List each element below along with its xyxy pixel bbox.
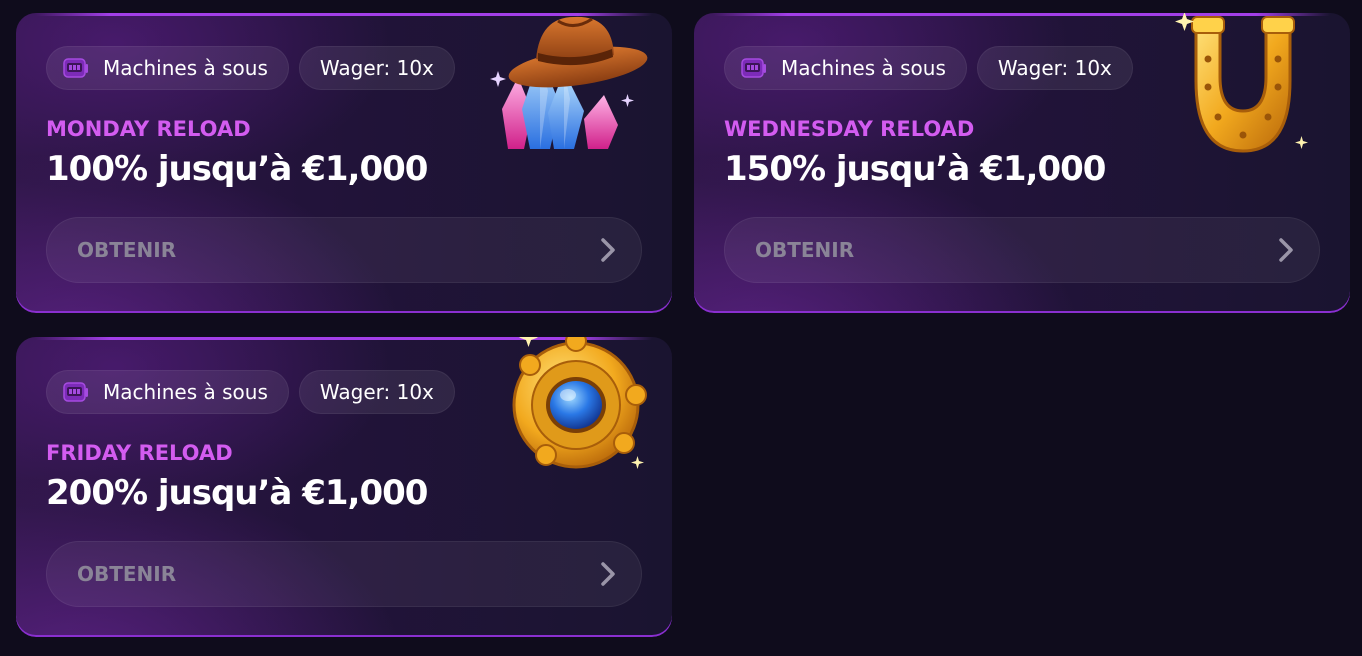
promo-card-monday: Machines à sous Wager: 10x MONDAY RELOAD… <box>16 13 672 313</box>
card-tags: Machines à sous Wager: 10x <box>46 370 455 414</box>
slot-machine-icon <box>63 382 88 402</box>
promo-card-friday: Machines à sous Wager: 10x FRIDAY RELOAD… <box>16 337 672 637</box>
chevron-right-icon <box>601 238 615 262</box>
wager-tag-label: Wager: 10x <box>319 56 434 80</box>
promo-offer: 100% jusqu’à €1,000 <box>46 149 428 189</box>
chevron-right-icon <box>1279 238 1293 262</box>
cowboy-hat-crystals-icon <box>490 16 648 149</box>
wager-tag: Wager: 10x <box>976 46 1133 90</box>
obtain-button[interactable]: OBTENIR <box>46 217 642 283</box>
category-tag: Machines à sous <box>46 370 289 414</box>
category-tag-label: Machines à sous <box>781 56 946 80</box>
promo-title: MONDAY RELOAD <box>46 117 251 141</box>
promo-title: WEDNESDAY RELOAD <box>724 117 975 141</box>
slot-machine-icon <box>741 58 766 78</box>
wager-tag-label: Wager: 10x <box>997 56 1112 80</box>
promo-offer: 200% jusqu’à €1,000 <box>46 473 428 513</box>
wager-tag: Wager: 10x <box>298 46 455 90</box>
obtain-button-label: OBTENIR <box>77 238 177 262</box>
category-tag-label: Machines à sous <box>103 380 268 404</box>
category-tag: Machines à sous <box>724 46 967 90</box>
obtain-button[interactable]: OBTENIR <box>724 217 1320 283</box>
wager-tag-label: Wager: 10x <box>319 380 434 404</box>
card-tags: Machines à sous Wager: 10x <box>724 46 1133 90</box>
obtain-button[interactable]: OBTENIR <box>46 541 642 607</box>
wager-tag: Wager: 10x <box>298 370 455 414</box>
card-tags: Machines à sous Wager: 10x <box>46 46 455 90</box>
promo-offer: 150% jusqu’à €1,000 <box>724 149 1106 189</box>
obtain-button-label: OBTENIR <box>77 562 177 586</box>
category-tag-label: Machines à sous <box>103 56 268 80</box>
chevron-right-icon <box>601 562 615 586</box>
slot-machine-icon <box>63 58 88 78</box>
promo-card-wednesday: Machines à sous Wager: 10x WEDNESDAY REL… <box>694 13 1350 313</box>
golden-sapphire-amulet-icon <box>512 337 647 469</box>
category-tag: Machines à sous <box>46 46 289 90</box>
golden-horseshoe-icon <box>1175 13 1308 153</box>
promotions-page: Machines à sous Wager: 10x MONDAY RELOAD… <box>0 0 1362 656</box>
promo-title: FRIDAY RELOAD <box>46 441 233 465</box>
obtain-button-label: OBTENIR <box>755 238 855 262</box>
